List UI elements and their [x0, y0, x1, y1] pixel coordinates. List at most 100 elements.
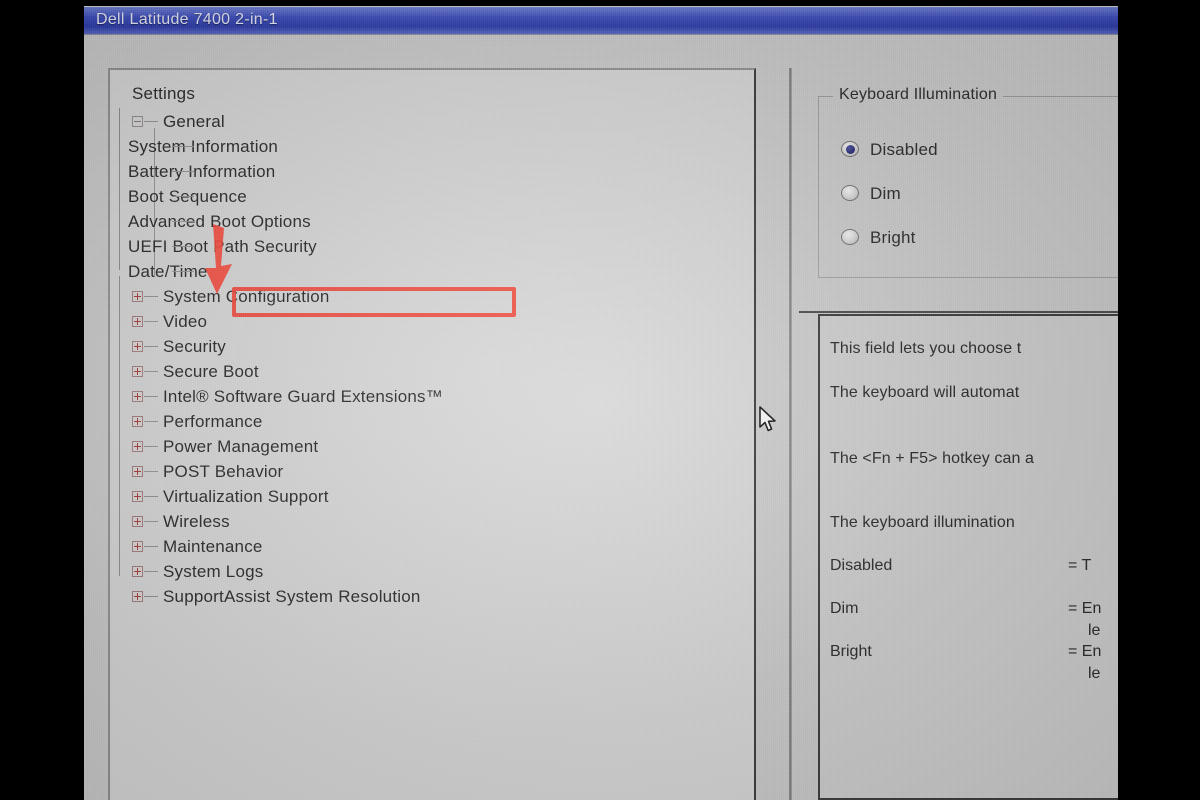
- legend-definition-bright: = En: [1068, 643, 1102, 660]
- tree-connector-line: [144, 346, 158, 347]
- tree-item-system-logs[interactable]: System Logs: [128, 559, 754, 584]
- plus-icon[interactable]: [132, 391, 143, 402]
- tree-item-label: Advanced Boot Options: [128, 212, 311, 231]
- tree-item-label: System Logs: [163, 562, 264, 581]
- tree-item-power-management[interactable]: Power Management: [128, 434, 754, 459]
- tree-item-label: Video: [163, 312, 208, 331]
- tree-item-label: Performance: [163, 412, 263, 431]
- tree-item-label: UEFI Boot Path Security: [128, 237, 317, 256]
- tree-connector-line: [144, 571, 158, 572]
- panel-splitter[interactable]: [789, 68, 792, 800]
- tree-connector-line: [144, 321, 158, 322]
- tree-item-label: System Configuration: [163, 287, 330, 306]
- plus-icon[interactable]: [132, 441, 143, 452]
- window-body: Settings General System Information Batt…: [84, 34, 1118, 800]
- tree-item-label: Power Management: [163, 437, 319, 456]
- tree-item-label: Secure Boot: [163, 362, 259, 381]
- legend-definition-disabled: = T: [1068, 557, 1092, 574]
- tree-connector-line: [144, 446, 158, 447]
- tree-connector-line: [144, 596, 158, 597]
- legend-term-bright: Bright: [830, 643, 872, 660]
- tree-connector-line: [144, 521, 158, 522]
- radio-button-icon[interactable]: [841, 141, 859, 157]
- tree-connector-line: [144, 296, 158, 297]
- tree-item-intel-sgx[interactable]: Intel® Software Guard Extensions™: [128, 384, 754, 409]
- screenshot-root: Dell Latitude 7400 2-in-1 Settings Gener…: [0, 0, 1200, 800]
- tree-item-label: SupportAssist System Resolution: [163, 587, 421, 606]
- tree-connector-line: [144, 496, 158, 497]
- plus-icon[interactable]: [132, 341, 143, 352]
- plus-icon[interactable]: [132, 491, 143, 502]
- tree-item-virtualization-support[interactable]: Virtualization Support: [128, 484, 754, 509]
- radio-label: Bright: [870, 228, 916, 247]
- tree-item-label: Security: [163, 337, 227, 356]
- tree-item-label: Intel® Software Guard Extensions™: [163, 387, 443, 406]
- tree-item-date-time[interactable]: Date/Time: [128, 259, 754, 284]
- legend-term-disabled: Disabled: [830, 557, 893, 574]
- settings-tree-panel[interactable]: Settings General System Information Batt…: [108, 68, 756, 800]
- plus-icon[interactable]: [132, 591, 143, 602]
- minus-icon[interactable]: [132, 116, 143, 127]
- tree-item-advanced-boot-options[interactable]: Advanced Boot Options: [128, 209, 754, 234]
- tree-item-secure-boot[interactable]: Secure Boot: [128, 359, 754, 384]
- keyboard-illumination-group: Keyboard Illumination Disabled Dim Brigh…: [818, 86, 1118, 278]
- plus-icon[interactable]: [132, 516, 143, 527]
- tree-item-system-information[interactable]: System Information: [128, 134, 754, 159]
- plus-icon[interactable]: [132, 466, 143, 477]
- tree-trunk-line: [119, 276, 120, 576]
- legend-term-dim: Dim: [830, 600, 859, 617]
- legend-definition-dim: = En: [1068, 600, 1102, 617]
- tree-connector-line: [144, 396, 158, 397]
- tree-item-wireless[interactable]: Wireless: [128, 509, 754, 534]
- description-paragraph: The keyboard illumination: [830, 514, 1015, 531]
- radio-label: Disabled: [870, 140, 938, 159]
- tree-item-video[interactable]: Video: [128, 309, 754, 334]
- tree-item-label: Maintenance: [163, 537, 263, 556]
- tree-item-battery-information[interactable]: Battery Information: [128, 159, 754, 184]
- tree-item-label: Wireless: [163, 512, 230, 531]
- tree-connector-line: [144, 546, 158, 547]
- tree-item-boot-sequence[interactable]: Boot Sequence: [128, 184, 754, 209]
- tree-connector-line: [144, 371, 158, 372]
- radio-button-icon[interactable]: [841, 229, 859, 245]
- tree-connector-line: [172, 221, 194, 222]
- tree-item-general[interactable]: General: [128, 109, 754, 134]
- tree-item-performance[interactable]: Performance: [128, 409, 754, 434]
- tree-item-supportassist-system-resolution[interactable]: SupportAssist System Resolution: [128, 584, 754, 609]
- tree-item-label: Date/Time: [128, 262, 208, 281]
- field-description-box: This field lets you choose t The keyboar…: [818, 314, 1118, 800]
- tree-connector-line: [144, 421, 158, 422]
- window-title: Dell Latitude 7400 2-in-1: [96, 11, 278, 28]
- plus-icon[interactable]: [132, 566, 143, 577]
- radio-button-icon[interactable]: [841, 185, 859, 201]
- tree-item-label: Virtualization Support: [163, 487, 329, 506]
- description-paragraph: This field lets you choose t: [830, 340, 1022, 357]
- tree-item-label: System Information: [128, 137, 279, 156]
- legend-definition-dim-cont: le: [1088, 622, 1101, 639]
- mouse-pointer-icon: [759, 406, 776, 432]
- tree-item-post-behavior[interactable]: POST Behavior: [128, 459, 754, 484]
- tree-connector-line: [172, 171, 194, 172]
- legend-definition-bright-cont: le: [1088, 665, 1101, 682]
- plus-icon[interactable]: [132, 366, 143, 377]
- tree-item-label: POST Behavior: [163, 462, 284, 481]
- description-paragraph: The keyboard will automat: [830, 384, 1020, 401]
- tree-item-maintenance[interactable]: Maintenance: [128, 534, 754, 559]
- tree-item-system-configuration[interactable]: System Configuration: [128, 284, 754, 309]
- tree-connector-line: [172, 146, 194, 147]
- tree-connector-line: [172, 271, 194, 272]
- plus-icon[interactable]: [132, 416, 143, 427]
- tree-item-security[interactable]: Security: [128, 334, 754, 359]
- tree-connector-line: [172, 246, 194, 247]
- plus-icon[interactable]: [132, 316, 143, 327]
- tree-item-label: General: [163, 112, 225, 131]
- description-paragraph: The <Fn + F5> hotkey can a: [830, 450, 1035, 467]
- tree-item-uefi-boot-path-security[interactable]: UEFI Boot Path Security: [128, 234, 754, 259]
- plus-icon[interactable]: [132, 291, 143, 302]
- tree-connector-line: [172, 196, 194, 197]
- title-bar: Dell Latitude 7400 2-in-1: [84, 7, 1118, 35]
- tree-trunk-line: [119, 108, 120, 270]
- panel-divider: [799, 311, 1118, 313]
- plus-icon[interactable]: [132, 541, 143, 552]
- group-title: Keyboard Illumination: [833, 86, 1004, 104]
